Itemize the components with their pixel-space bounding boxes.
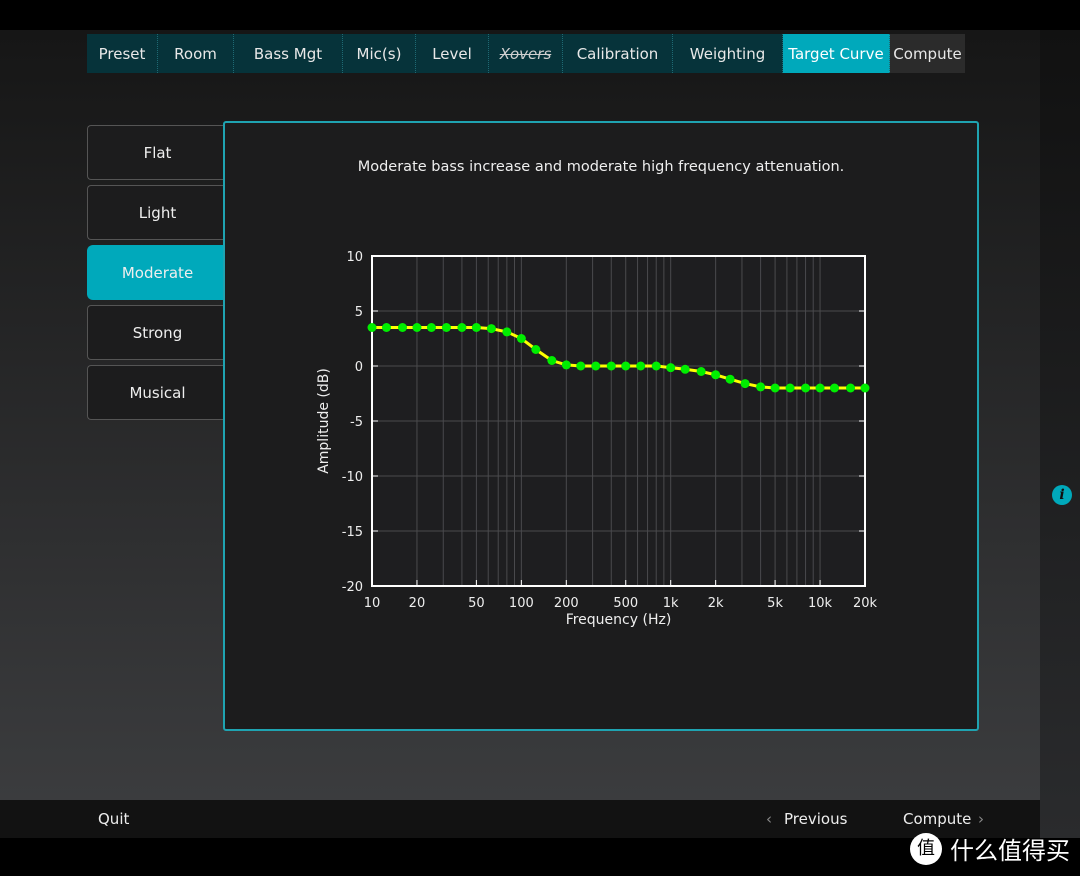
side-strip [1040,30,1080,838]
quit-button[interactable]: Quit [98,810,129,828]
curve-point [412,323,422,332]
curve-point [830,383,840,393]
tab-target-curve[interactable]: Target Curve [783,34,890,73]
x-tick-label: 10k [808,596,833,611]
curve-point [367,323,377,332]
curve-point [606,361,616,371]
watermark-logo: 值 什么值得买 [910,831,1070,866]
y-tick-label: -10 [342,470,363,485]
x-tick-label: 500 [613,596,638,611]
preset-list: Flat Light Moderate Strong Musical [87,125,227,425]
x-tick-label: 50 [468,596,485,611]
x-tick-label: 1k [663,596,679,611]
tab-bass-mgt[interactable]: Bass Mgt [234,34,343,73]
curve-point [591,361,601,371]
x-tick-label: 20k [853,596,878,611]
curve-point [502,327,512,337]
curve-point [756,382,766,392]
curve-point [486,324,496,334]
x-tick-label: 200 [554,596,579,611]
curve-point [547,356,557,365]
tab-compute[interactable]: Compute [890,34,965,73]
watermark-text: 什么值得买 [950,837,1070,865]
curve-point [785,383,795,393]
curve-point [621,361,631,371]
curve-point [471,323,481,332]
curve-point [801,383,811,393]
x-axis-label: Frequency (Hz) [566,612,672,628]
tab-level[interactable]: Level [416,34,489,73]
info-icon[interactable]: i [1052,485,1072,505]
y-tick-label: 0 [355,360,363,375]
watermark-badge: 值 [910,832,942,865]
y-axis-label: Amplitude (dB) [316,368,332,474]
target-curve-panel: Moderate bass increase and moderate high… [223,121,979,731]
curve-point [457,323,467,332]
curve-point [696,367,706,376]
tab-weighting[interactable]: Weighting [673,34,783,73]
footer-bar: Quit ‹ Previous Compute › [0,800,1040,838]
curve-point [381,323,391,332]
curve-point [531,345,541,354]
curve-point [680,364,690,374]
curve-point [426,323,436,332]
curve-point [397,323,407,332]
curve-point [846,383,856,393]
chevron-right-icon: › [978,810,984,828]
y-tick-label: 10 [346,250,363,265]
preset-moderate[interactable]: Moderate [87,245,227,300]
curve-point [561,360,571,370]
previous-button[interactable]: Previous [784,810,847,828]
tab-room[interactable]: Room [158,34,234,73]
curve-point [636,361,646,371]
curve-point [815,383,825,393]
compute-button[interactable]: Compute [903,810,971,828]
curve-point [651,361,661,371]
curve-point [441,323,451,332]
y-tick-label: 5 [355,305,363,320]
curve-point [666,363,676,373]
chevron-left-icon: ‹ [766,810,772,828]
tab-xovers[interactable]: Xovers [489,34,563,73]
curve-point [725,374,735,384]
preset-light[interactable]: Light [87,185,227,240]
app-window: Preset Room Bass Mgt Mic(s) Level Xovers Calib… [0,30,1040,838]
preset-flat[interactable]: Flat [87,125,227,180]
curve-point [516,334,526,343]
curve-point [740,379,750,389]
tab-calibration[interactable]: Calibration [563,34,673,73]
curve-point [770,383,780,393]
curve-point [576,361,586,371]
x-tick-label: 20 [409,596,426,611]
tab-bar: Preset Room Bass Mgt Mic(s) Level Xovers Calib… [87,34,965,73]
preset-musical[interactable]: Musical [87,365,227,420]
x-tick-label: 10 [364,596,381,611]
y-tick-label: -20 [342,580,363,595]
curve-point [860,383,870,393]
x-tick-label: 5k [767,596,783,611]
y-tick-label: -5 [350,415,363,430]
curve-point [711,370,721,380]
preset-strong[interactable]: Strong [87,305,227,360]
tab-mic-s[interactable]: Mic(s) [343,34,416,73]
tab-preset[interactable]: Preset [87,34,158,73]
target-curve-chart: 10 20 50 100 200 500 1k 2k 5k 10k 20k1050-5-10-15-… [316,250,878,628]
x-tick-label: 100 [509,596,534,611]
y-tick-label: -15 [342,525,363,540]
x-tick-label: 2k [708,596,724,611]
